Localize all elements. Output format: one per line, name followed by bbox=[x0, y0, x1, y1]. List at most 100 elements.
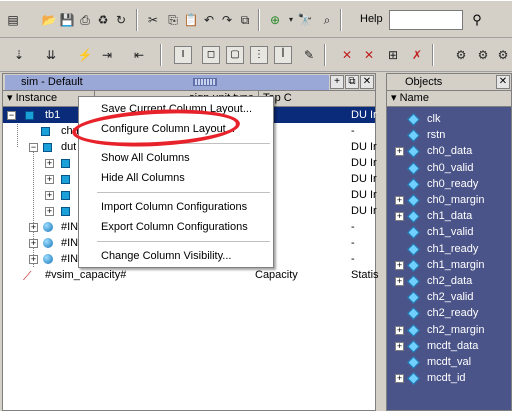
wand-icon[interactable]: ✎ bbox=[300, 46, 318, 64]
copy-icon[interactable]: ⎘ bbox=[164, 11, 182, 29]
save-icon[interactable]: 💾 bbox=[58, 11, 76, 29]
sim-panel-titlebar[interactable]: ♻ sim - Default + ⧉ ✕ bbox=[3, 74, 375, 91]
expand-icon[interactable]: + bbox=[395, 277, 404, 286]
format-button[interactable]: ꟾ bbox=[274, 46, 292, 64]
object-row-ch0-ready[interactable]: ch0_ready bbox=[387, 176, 512, 192]
find-text-icon[interactable]: ⧉ bbox=[236, 11, 254, 29]
split-icon[interactable]: ⊞ bbox=[384, 46, 402, 64]
expand-icon[interactable]: + bbox=[395, 341, 404, 351]
object-row-ch1-ready[interactable]: ch1_ready bbox=[387, 241, 512, 257]
object-row-ch2-valid[interactable]: ch2_valid bbox=[387, 289, 512, 305]
object-row-clk[interactable]: clk bbox=[387, 111, 512, 127]
expand-icon[interactable]: + bbox=[29, 239, 38, 248]
new-file-icon[interactable]: ▤ bbox=[4, 11, 22, 29]
expand-icon[interactable]: + bbox=[395, 374, 404, 384]
add-pane-icon[interactable]: + bbox=[330, 75, 344, 89]
expand-icon[interactable]: + bbox=[45, 159, 54, 168]
expand-icon[interactable]: + bbox=[29, 223, 38, 232]
object-row-mcdt-id[interactable]: + mcdt_id bbox=[387, 370, 512, 386]
redo-icon[interactable]: ↷ bbox=[218, 11, 236, 29]
undo-icon[interactable]: ↶ bbox=[200, 11, 218, 29]
sim-panel-title: sim - Default bbox=[5, 75, 329, 90]
expand-icon[interactable]: + bbox=[395, 325, 404, 335]
object-row-ch0-margin[interactable]: + ch0_margin bbox=[387, 192, 512, 208]
collapse-icon[interactable]: − bbox=[7, 111, 16, 120]
menu-item-change-column-visibility[interactable]: Change Column Visibility... bbox=[101, 249, 231, 263]
menu-item-configure-column-layout[interactable]: Configure Column Layout... bbox=[101, 122, 235, 136]
object-row-ch0-data[interactable]: + ch0_data bbox=[387, 143, 512, 159]
object-row-ch1-data[interactable]: + ch1_data bbox=[387, 208, 512, 224]
toolbar-separator bbox=[160, 44, 162, 66]
object-row-ch2-margin[interactable]: + ch2_margin bbox=[387, 322, 512, 338]
toolbar-separator bbox=[136, 9, 138, 31]
object-row-ch0-valid[interactable]: ch0_valid bbox=[387, 160, 512, 176]
signal-icon bbox=[407, 275, 420, 288]
format-button[interactable]: ▢ bbox=[226, 46, 244, 64]
undock-icon[interactable]: ⧉ bbox=[345, 75, 359, 89]
clear-all-icon[interactable]: ✕ bbox=[360, 46, 378, 64]
object-row-ch1-valid[interactable]: ch1_valid bbox=[387, 224, 512, 240]
close-icon[interactable]: ✕ bbox=[496, 75, 510, 89]
object-name: ch2_valid bbox=[427, 291, 474, 304]
signal-icon bbox=[407, 161, 420, 175]
menu-item-hide-all-columns[interactable]: Hide All Columns bbox=[101, 171, 185, 185]
format-button[interactable]: ◻ bbox=[202, 46, 220, 64]
refresh-icon[interactable]: ♻ bbox=[94, 11, 112, 29]
expand-icon[interactable]: + bbox=[45, 191, 54, 200]
print-icon[interactable]: ⎙ bbox=[76, 11, 94, 29]
object-row-ch2-ready[interactable]: ch2_ready bbox=[387, 305, 512, 321]
help-search-input[interactable] bbox=[389, 10, 463, 30]
simulate-icon[interactable]: ⚡ bbox=[76, 46, 94, 64]
expand-icon[interactable]: + bbox=[29, 255, 38, 264]
menu-item-export-column-configurations[interactable]: Export Column Configurations bbox=[101, 220, 248, 234]
expand-icon[interactable]: + bbox=[395, 147, 404, 157]
tree-row-vsim-capacity[interactable]: ⟋ #vsim_capacity# Capacity Statis bbox=[3, 267, 379, 283]
toolbar-separator bbox=[432, 44, 434, 66]
binoculars-icon[interactable]: 🔭 bbox=[296, 11, 314, 29]
signal-icon bbox=[407, 307, 420, 321]
expand-icon[interactable]: + bbox=[395, 196, 404, 205]
drag-handle[interactable] bbox=[193, 78, 217, 86]
step-icon[interactable]: ⇥ bbox=[98, 46, 116, 64]
expand-icon[interactable]: + bbox=[395, 212, 404, 222]
gear-icon[interactable]: ⚙ bbox=[494, 46, 512, 64]
menu-item-import-column-configurations[interactable]: Import Column Configurations bbox=[101, 200, 247, 214]
open-folder-icon[interactable]: 📂 bbox=[40, 11, 58, 29]
object-name: ch1_ready bbox=[427, 242, 479, 255]
expand-icon[interactable]: + bbox=[45, 175, 54, 184]
compile-icon[interactable]: ⇣ bbox=[10, 46, 28, 64]
toolbar-separator bbox=[340, 9, 342, 31]
column-top-category[interactable]: Top C bbox=[259, 91, 375, 106]
break-icon[interactable]: ⇤ bbox=[130, 46, 148, 64]
collapse-icon[interactable]: − bbox=[29, 143, 38, 152]
object-name: ch1_data bbox=[427, 210, 473, 223]
cut-icon[interactable]: ✂ bbox=[144, 11, 162, 29]
signal-icon bbox=[407, 210, 420, 224]
object-row-mcdt-val[interactable]: mcdt_val bbox=[387, 354, 512, 370]
column-context-menu: Save Current Column Layout... Configure … bbox=[78, 96, 274, 268]
format-button[interactable]: ⋮ bbox=[250, 46, 268, 64]
gear-icon[interactable]: ⚙ bbox=[474, 46, 492, 64]
compile-all-icon[interactable]: ⇊ bbox=[42, 46, 60, 64]
signal-icon bbox=[407, 242, 420, 256]
menu-item-show-all-columns[interactable]: Show All Columns bbox=[101, 151, 190, 165]
format-button[interactable]: I bbox=[174, 46, 192, 64]
find-icon[interactable]: ⌕ bbox=[318, 11, 336, 29]
reload-icon[interactable]: ↻ bbox=[112, 11, 130, 29]
objects-panel-titlebar[interactable]: ◆ Objects ✕ bbox=[387, 74, 511, 91]
object-row-rstn[interactable]: rstn bbox=[387, 127, 512, 143]
delete-icon[interactable]: ✗ bbox=[408, 46, 426, 64]
object-name: rstn bbox=[427, 129, 446, 142]
object-row-mcdt-data[interactable]: + mcdt_data bbox=[387, 338, 512, 354]
paste-icon[interactable]: 📋 bbox=[182, 11, 200, 29]
expand-icon[interactable]: + bbox=[395, 260, 404, 270]
object-row-ch1-margin[interactable]: + ch1_margin bbox=[387, 257, 512, 273]
gear-icon[interactable]: ⚙ bbox=[452, 46, 470, 64]
expand-icon[interactable]: + bbox=[45, 207, 54, 216]
close-icon[interactable]: ✕ bbox=[360, 75, 374, 89]
column-name[interactable]: ▾ Name bbox=[387, 91, 511, 106]
clear-icon[interactable]: ✕ bbox=[338, 46, 356, 64]
menu-item-save-column-layout[interactable]: Save Current Column Layout... bbox=[101, 102, 252, 116]
help-search-icon[interactable]: ⚲ bbox=[467, 10, 487, 30]
object-row-ch2-data[interactable]: + ch2_data bbox=[387, 273, 512, 289]
